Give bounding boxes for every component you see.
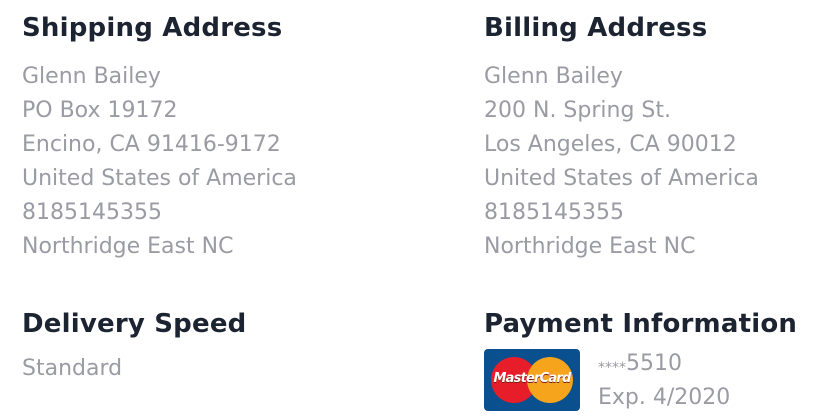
payment-information-section: Payment Information MasterCard ****5510 … [484, 307, 797, 415]
payment-information-heading: Payment Information [484, 309, 798, 339]
delivery-speed-section: Delivery Speed Standard [22, 307, 246, 386]
mastercard-icon: MasterCard [484, 349, 580, 411]
shipping-address-section: Shipping Address Glenn Bailey PO Box 191… [22, 11, 297, 264]
card-mask: **** [598, 360, 626, 376]
card-expiry: Exp. 4/2020 [598, 385, 731, 410]
billing-address-heading: Billing Address [484, 13, 708, 43]
billing-store: Northridge East NC [484, 234, 696, 259]
delivery-speed-heading: Delivery Speed [22, 309, 247, 339]
billing-city-state-zip: Los Angeles, CA 90012 [484, 132, 737, 157]
delivery-speed-lines: Standard [22, 352, 246, 386]
delivery-speed-value: Standard [22, 356, 123, 381]
shipping-street: PO Box 19172 [22, 98, 178, 123]
shipping-country: United States of America [22, 166, 297, 191]
mastercard-brand-text: MasterCard [493, 371, 572, 386]
payment-card-info: ****5510 Exp. 4/2020 [598, 347, 730, 415]
billing-street: 200 N. Spring St. [484, 98, 671, 123]
billing-name: Glenn Bailey [484, 64, 623, 89]
card-number: ****5510 [598, 347, 730, 381]
shipping-store: Northridge East NC [22, 234, 234, 259]
card-last4: 5510 [626, 351, 682, 376]
shipping-phone: 8185145355 [22, 200, 162, 225]
shipping-address-heading: Shipping Address [22, 13, 283, 43]
shipping-name: Glenn Bailey [22, 64, 161, 89]
billing-address-section: Billing Address Glenn Bailey 200 N. Spri… [484, 11, 759, 264]
payment-details: MasterCard ****5510 Exp. 4/2020 [484, 349, 797, 415]
shipping-city-state-zip: Encino, CA 91416-9172 [22, 132, 281, 157]
billing-country: United States of America [484, 166, 759, 191]
billing-address-lines: Glenn Bailey 200 N. Spring St. Los Angel… [484, 60, 759, 264]
shipping-address-lines: Glenn Bailey PO Box 19172 Encino, CA 914… [22, 60, 297, 264]
billing-phone: 8185145355 [484, 200, 624, 225]
